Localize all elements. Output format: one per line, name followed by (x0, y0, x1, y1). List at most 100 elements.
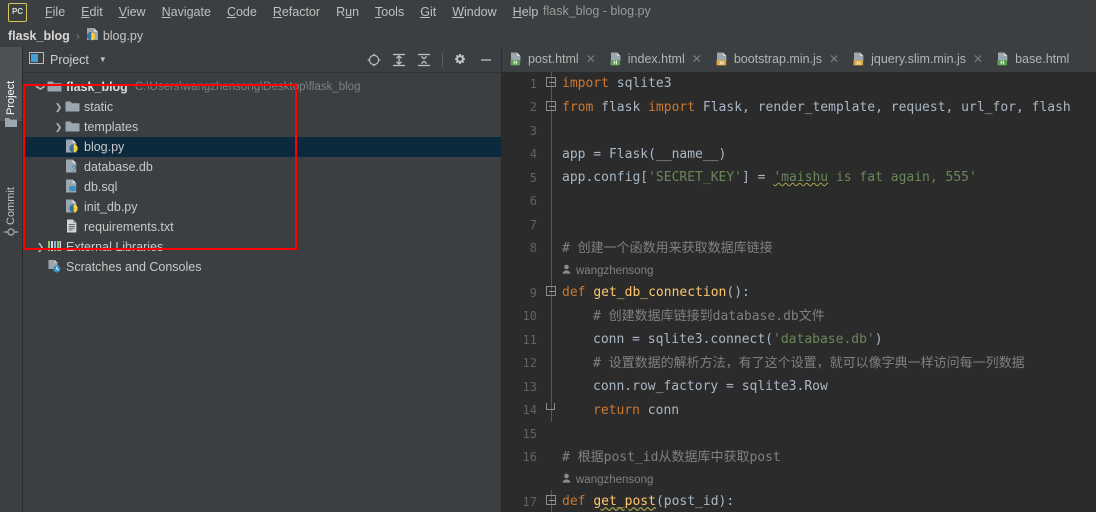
close-icon[interactable]: ✕ (973, 52, 983, 66)
unknown-file-icon: ? (65, 159, 81, 176)
collapse-all-icon[interactable] (417, 53, 431, 67)
code-line[interactable]: 16 # 根据post_id从数据库中获取post (502, 446, 1096, 470)
main-body: Project Commit Project ▼ ❯ flask_blog C:… (0, 47, 1096, 512)
tree-item-requirements-txt[interactable]: requirements.txt (23, 217, 501, 237)
code-text: import sqlite3 (562, 76, 672, 91)
editor-tab-bootstrap-min-js[interactable]: JS bootstrap.min.js ✕ (708, 47, 845, 72)
code-line[interactable]: 10 # 创建数据库链接到database.db文件 (502, 304, 1096, 328)
code-line[interactable]: 8 # 创建一个函数用来获取数据库链接 (502, 236, 1096, 260)
menu-file[interactable]: File (37, 2, 73, 22)
tool-window-strip: Project Commit (0, 47, 23, 512)
menu-refactor[interactable]: Refactor (265, 2, 328, 22)
fold-marker[interactable] (544, 490, 560, 512)
code-line[interactable]: 1 import sqlite3 (502, 72, 1096, 96)
code-line[interactable]: 17 def get_post(post_id): (502, 490, 1096, 512)
tree-item-templates[interactable]: ❯ templates (23, 117, 501, 137)
tool-tab-label: Commit (5, 187, 17, 225)
code-text: app = Flask(__name__) (562, 146, 727, 162)
line-number: 4 (529, 147, 537, 162)
code-line[interactable]: 15 (502, 422, 1096, 446)
tree-item-label: db.sql (84, 180, 118, 194)
vcs-author-annotation: wangzhensong (502, 469, 1096, 490)
user-icon (562, 473, 571, 486)
menu-view[interactable]: View (111, 2, 154, 22)
project-tool-window: Project ▼ ❯ flask_blog C:\Users\wangzhen… (23, 47, 502, 512)
code-line[interactable]: 12 # 设置数据的解析方法，有了这个设置，就可以像字典一样访问每一列数据 (502, 351, 1096, 375)
menu-run[interactable]: Run (328, 2, 367, 22)
fold-marker[interactable] (544, 398, 560, 422)
editor-tab-label: jquery.slim.min.js (871, 51, 967, 66)
chevron-right-icon[interactable]: ❯ (53, 122, 64, 133)
tree-item-label: Scratches and Consoles (66, 260, 202, 274)
tree-item-scratches-and-consoles[interactable]: Scratches and Consoles (23, 257, 501, 277)
code-line[interactable]: 3 (502, 119, 1096, 143)
menu-help[interactable]: Help (505, 2, 547, 22)
hide-icon[interactable] (479, 53, 493, 67)
expand-all-icon[interactable] (392, 53, 406, 67)
tree-item-flask-blog[interactable]: ❯ flask_blog C:\Users\wangzhensong\Desktop… (23, 77, 501, 97)
code-line[interactable]: 2 from flask import Flask, render_templat… (502, 95, 1096, 119)
commit-icon (4, 225, 18, 239)
close-icon[interactable]: ✕ (586, 52, 596, 66)
sidebar-item-project[interactable]: Project (0, 47, 22, 121)
sidebar-item-commit[interactable]: Commit (0, 157, 22, 231)
close-icon[interactable]: ✕ (829, 52, 839, 66)
html-file-icon: H (997, 52, 1010, 66)
svg-text:H: H (613, 60, 617, 66)
code-text: conn = sqlite3.connect('database.db') (593, 332, 883, 347)
code-line[interactable]: 5 app.config['SECRET_KEY'] = 'maishu is f… (502, 166, 1096, 190)
tree-item-init-db-py[interactable]: init_db.py (23, 197, 501, 217)
tree-item-db-sql[interactable]: db.sql (23, 177, 501, 197)
menu-navigate[interactable]: Navigate (154, 2, 219, 22)
chevron-down-icon[interactable]: ▼ (99, 55, 107, 64)
code-line[interactable]: 4 app = Flask(__name__) (502, 142, 1096, 166)
fold-marker[interactable] (544, 95, 560, 119)
code-text: def get_post(post_id): (562, 494, 735, 509)
chevron-right-icon[interactable]: ❯ (53, 102, 64, 113)
settings-gear-icon[interactable] (454, 53, 468, 67)
chevron-down-icon[interactable]: ❯ (35, 82, 46, 93)
code-line[interactable]: 14 return conn (502, 398, 1096, 422)
close-icon[interactable]: ✕ (692, 52, 702, 66)
menu-window[interactable]: Window (444, 2, 504, 22)
code-text: # 创建一个函数用来获取数据库链接 (562, 240, 773, 256)
breadcrumb-file[interactable]: blog.py (103, 29, 143, 43)
code-line[interactable]: 9 def get_db_connection(): (502, 281, 1096, 305)
editor-tab-jquery-slim-min-js[interactable]: JS jquery.slim.min.js ✕ (845, 47, 989, 72)
menu-edit[interactable]: Edit (73, 2, 111, 22)
code-line[interactable]: 7 (502, 213, 1096, 237)
tree-item-label: templates (84, 120, 139, 134)
js-file-icon: JS (716, 52, 729, 66)
tree-item-external-libraries[interactable]: ❯ External Libraries (23, 237, 501, 257)
code-line[interactable]: 11 conn = sqlite3.connect('database.db') (502, 328, 1096, 352)
tree-item-blog-py[interactable]: blog.py (23, 137, 501, 157)
editor-tab-post-html[interactable]: Hpost.html ✕ (502, 47, 602, 72)
menu-tools[interactable]: Tools (367, 2, 412, 22)
chevron-right-icon[interactable]: ❯ (35, 242, 46, 253)
menu-code[interactable]: Code (219, 2, 265, 22)
menu-git[interactable]: Git (412, 2, 444, 22)
tree-item-database-db[interactable]: ? database.db (23, 157, 501, 177)
code-line[interactable]: 6 (502, 189, 1096, 213)
code-line[interactable]: 13 conn.row_factory = sqlite3.Row (502, 375, 1096, 399)
line-number: 5 (529, 170, 537, 185)
breadcrumb-project[interactable]: flask_blog (8, 29, 70, 43)
editor-tab-index-html[interactable]: Hindex.html ✕ (602, 47, 708, 72)
scratches-icon (47, 259, 63, 276)
line-number: 11 (522, 332, 537, 347)
tree-item-static[interactable]: ❯ static (23, 97, 501, 117)
editor-tab-base-html[interactable]: Hbase.html (989, 47, 1075, 72)
fold-marker[interactable] (544, 281, 560, 305)
code-editor[interactable]: 1 import sqlite3 2 from flask import Flask,… (502, 72, 1096, 512)
line-number: 3 (529, 123, 537, 138)
tree-item-label: requirements.txt (84, 220, 174, 234)
fold-marker[interactable] (544, 72, 560, 96)
breadcrumb-separator: › (75, 28, 80, 43)
libraries-icon (47, 239, 63, 256)
code-text: def get_db_connection(): (562, 285, 750, 300)
toolbar-divider (442, 52, 443, 67)
select-opened-file-icon[interactable] (367, 53, 381, 67)
editor-area: Hpost.html ✕ Hindex.html ✕ JS bootstrap.min.j… (502, 47, 1096, 512)
